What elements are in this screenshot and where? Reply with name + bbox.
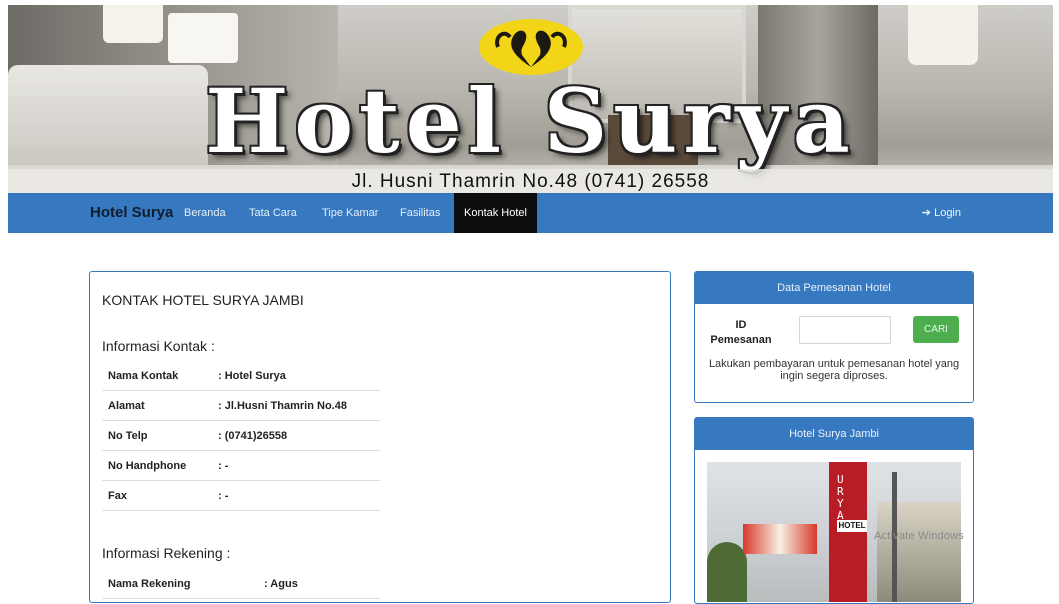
billboard-image	[743, 524, 817, 554]
booking-panel-title: Data Pemesanan Hotel	[695, 272, 973, 304]
lamp-shade	[103, 5, 163, 43]
page: Hotel Surya Jl. Husni Thamrin No.48 (074…	[8, 0, 1053, 604]
cari-button[interactable]: CARI	[913, 316, 959, 343]
hotel-tag: HOTEL	[837, 520, 867, 532]
info-value: : (0741)26558	[212, 420, 380, 451]
info-key: Fax	[102, 480, 212, 511]
info-value: : Hotel Surya	[212, 361, 380, 391]
booking-note: Lakukan pembayaran untuk pemesanan hotel…	[708, 358, 960, 382]
info-kontak-title: Informasi Kontak :	[102, 338, 215, 354]
banner-address: Jl. Husni Thamrin No.48 (0741) 26558	[8, 169, 1053, 193]
login-link[interactable]: ➔ Login	[922, 193, 961, 233]
table-row: Alamat : Jl.Husni Thamrin No.48	[102, 390, 380, 421]
login-label: Login	[934, 207, 961, 219]
info-key: No Handphone	[102, 450, 212, 481]
navbar: Hotel Surya Beranda Tata Cara Tipe Kamar…	[8, 193, 1053, 233]
contact-panel: KONTAK HOTEL SURYA JAMBI Informasi Konta…	[89, 271, 671, 603]
banner-title: Hotel Surya	[205, 69, 856, 173]
nav-fasilitas[interactable]: Fasilitas	[400, 193, 440, 233]
info-value: : -	[212, 480, 380, 511]
info-rekening-title: Informasi Rekening :	[102, 545, 231, 561]
hotel-sign-letters: U R Y A	[837, 473, 844, 522]
info-value: : Agus	[258, 569, 380, 599]
hotel-banner: Hotel Surya Jl. Husni Thamrin No.48 (074…	[8, 5, 1053, 193]
table-row: Fax : -	[102, 480, 380, 511]
windows-watermark: Activate Windows	[874, 530, 965, 542]
hotel-photo-title: Hotel Surya Jambi	[695, 418, 973, 450]
contact-heading: KONTAK HOTEL SURYA JAMBI	[102, 292, 304, 308]
nav-beranda[interactable]: Beranda	[184, 193, 226, 233]
lamp-shade	[908, 5, 978, 65]
info-key: No Telp	[102, 420, 212, 451]
id-pemesanan-input[interactable]	[799, 316, 891, 344]
table-row: No Handphone : -	[102, 450, 380, 481]
lamp-shade	[168, 13, 238, 63]
info-key: Nama Kontak	[102, 361, 212, 391]
nav-kontak-hotel[interactable]: Kontak Hotel	[454, 193, 537, 233]
info-kontak-table: Nama Kontak : Hotel Surya Alamat : Jl.Hu…	[102, 361, 380, 511]
info-value: : -	[212, 450, 380, 481]
nav-tipe-kamar[interactable]: Tipe Kamar	[322, 193, 378, 233]
table-row: No Telp : (0741)26558	[102, 420, 380, 451]
info-value: : Jl.Husni Thamrin No.48	[212, 390, 380, 421]
table-row: Nama Kontak : Hotel Surya	[102, 361, 380, 391]
table-row: Nama Rekening : Agus	[102, 569, 380, 599]
info-rekening-table: Nama Rekening : Agus	[102, 569, 380, 599]
hotel-photo-panel: Hotel Surya Jambi U R Y A HOTEL	[694, 417, 974, 604]
shop-building-image	[877, 502, 961, 602]
booking-panel: Data Pemesanan Hotel ID Pemesanan CARI L…	[694, 271, 974, 403]
id-pemesanan-label: ID Pemesanan	[710, 319, 772, 346]
info-key: Nama Rekening	[102, 569, 258, 599]
navbar-brand[interactable]: Hotel Surya	[90, 193, 173, 233]
login-icon: ➔	[921, 207, 932, 219]
swan-logo-icon	[479, 19, 583, 75]
tree-image	[707, 542, 747, 602]
info-key: Alamat	[102, 390, 212, 421]
nav-tata-cara[interactable]: Tata Cara	[249, 193, 297, 233]
